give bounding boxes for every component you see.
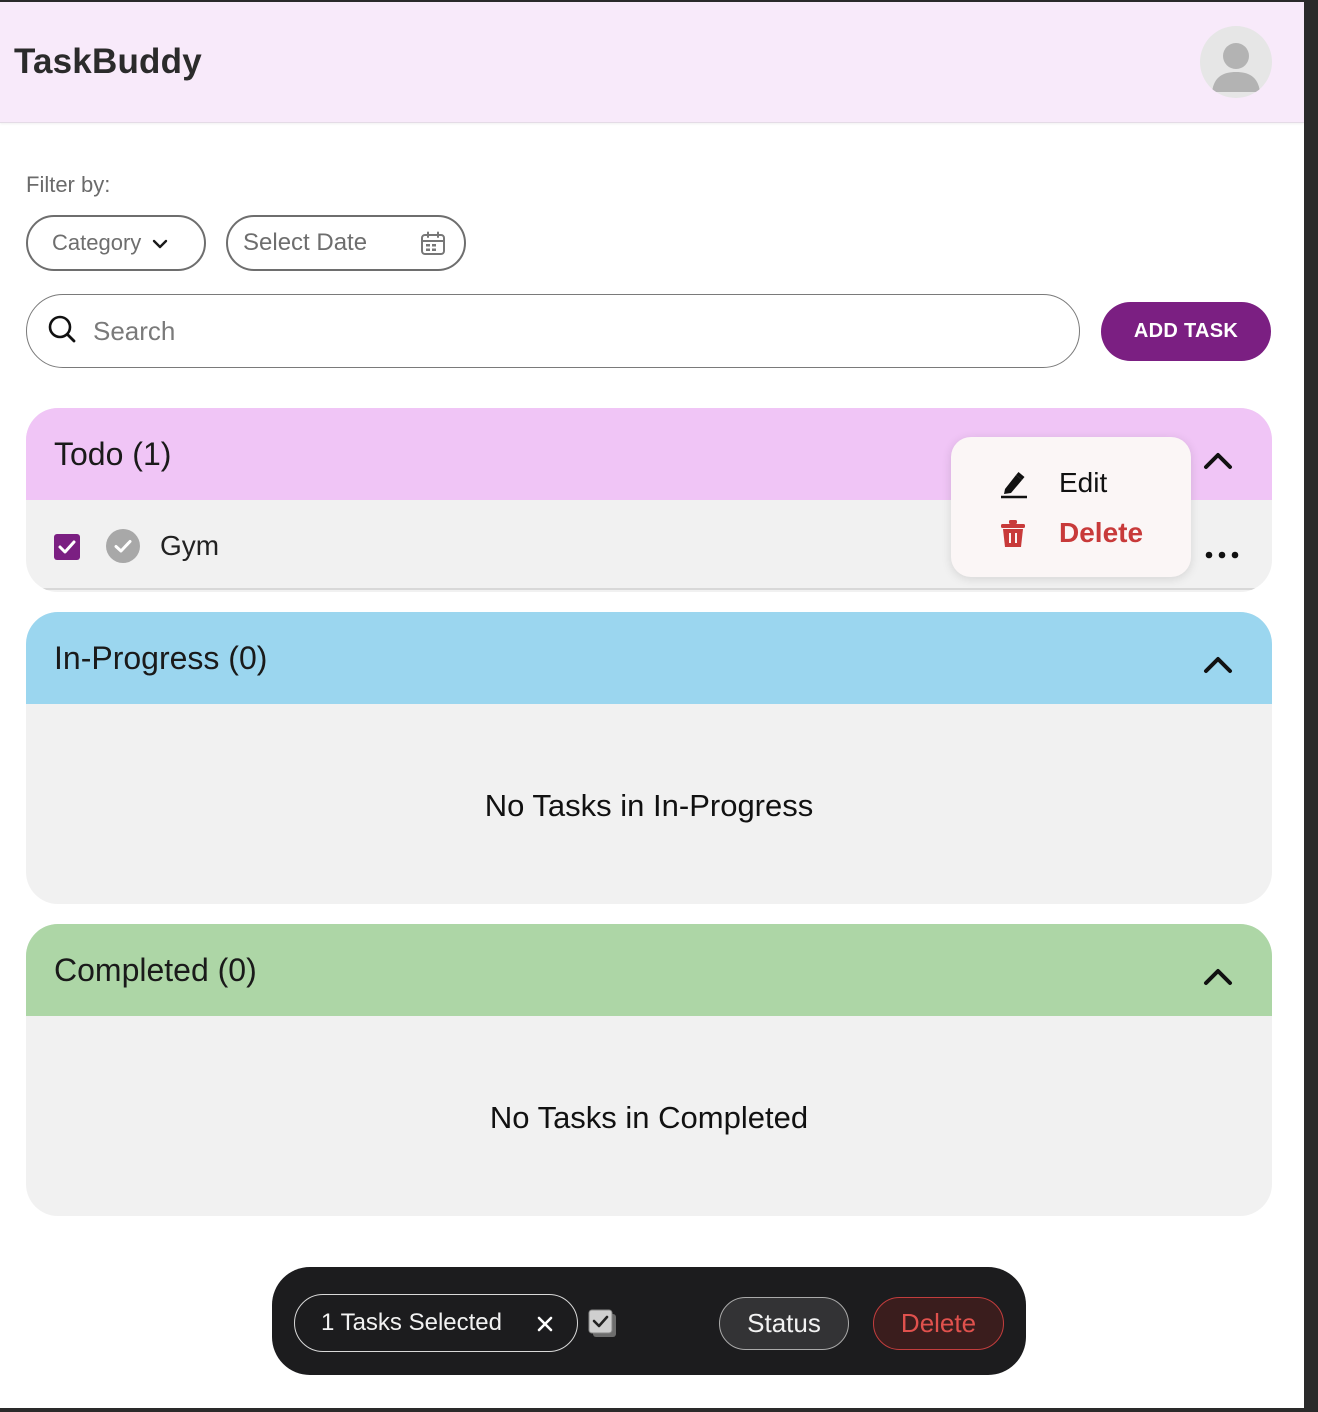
- completed-section-title: Completed (0): [54, 951, 257, 988]
- bulk-delete-button[interactable]: Delete: [873, 1297, 1004, 1350]
- select-all-icon[interactable]: [588, 1309, 618, 1339]
- pencil-icon: [999, 469, 1029, 506]
- bulk-status-button[interactable]: Status: [719, 1297, 849, 1350]
- edit-label: Edit: [1059, 467, 1108, 498]
- app-title: TaskBuddy: [14, 42, 202, 81]
- category-dropdown[interactable]: Category: [26, 215, 206, 271]
- in-progress-empty-message: No Tasks in In-Progress: [484, 788, 814, 823]
- check-circle-icon[interactable]: [106, 529, 140, 563]
- close-icon[interactable]: [535, 1313, 555, 1341]
- app-header: TaskBuddy: [0, 2, 1304, 123]
- chevron-up-icon[interactable]: [1202, 646, 1234, 683]
- completed-section: Completed (0) No Tasks in Completed: [26, 924, 1272, 1216]
- delete-label: Delete: [1059, 517, 1144, 548]
- bulk-action-bar: 1 Tasks Selected Status Delete: [272, 1267, 1026, 1375]
- chevron-up-icon[interactable]: [1202, 958, 1234, 995]
- date-picker-label: Select Date: [243, 229, 368, 256]
- selected-count-chip: 1 Tasks Selected: [294, 1294, 578, 1352]
- category-dropdown-label: Category: [52, 230, 142, 255]
- in-progress-section-title: In-Progress (0): [54, 639, 268, 676]
- search-input[interactable]: [91, 314, 995, 348]
- app-frame: TaskBuddy Filter by: Category Select Dat…: [0, 2, 1304, 1408]
- search-box: [26, 294, 1080, 368]
- calendar-icon[interactable]: [420, 231, 446, 264]
- add-task-button[interactable]: ADD TASK: [1101, 302, 1271, 361]
- filter-label: Filter by:: [26, 172, 111, 197]
- task-name: Gym: [160, 530, 220, 561]
- search-icon: [47, 314, 77, 349]
- user-avatar-icon[interactable]: [1200, 26, 1272, 98]
- selected-count-text: 1 Tasks Selected: [321, 1309, 502, 1336]
- completed-empty-message: No Tasks in Completed: [489, 1100, 809, 1135]
- completed-section-header[interactable]: Completed (0): [26, 924, 1272, 1016]
- task-context-menu: Edit Delete: [951, 437, 1191, 577]
- task-checkbox[interactable]: [54, 534, 80, 560]
- trash-icon: [999, 519, 1027, 556]
- more-horizontal-icon[interactable]: [1204, 548, 1240, 560]
- in-progress-section-header[interactable]: In-Progress (0): [26, 612, 1272, 704]
- todo-section-title: Todo (1): [54, 435, 172, 472]
- chevron-down-icon: [151, 230, 169, 256]
- in-progress-section: In-Progress (0) No Tasks in In-Progress: [26, 612, 1272, 904]
- chevron-up-icon[interactable]: [1202, 442, 1234, 479]
- date-picker[interactable]: Select Date: [226, 215, 466, 271]
